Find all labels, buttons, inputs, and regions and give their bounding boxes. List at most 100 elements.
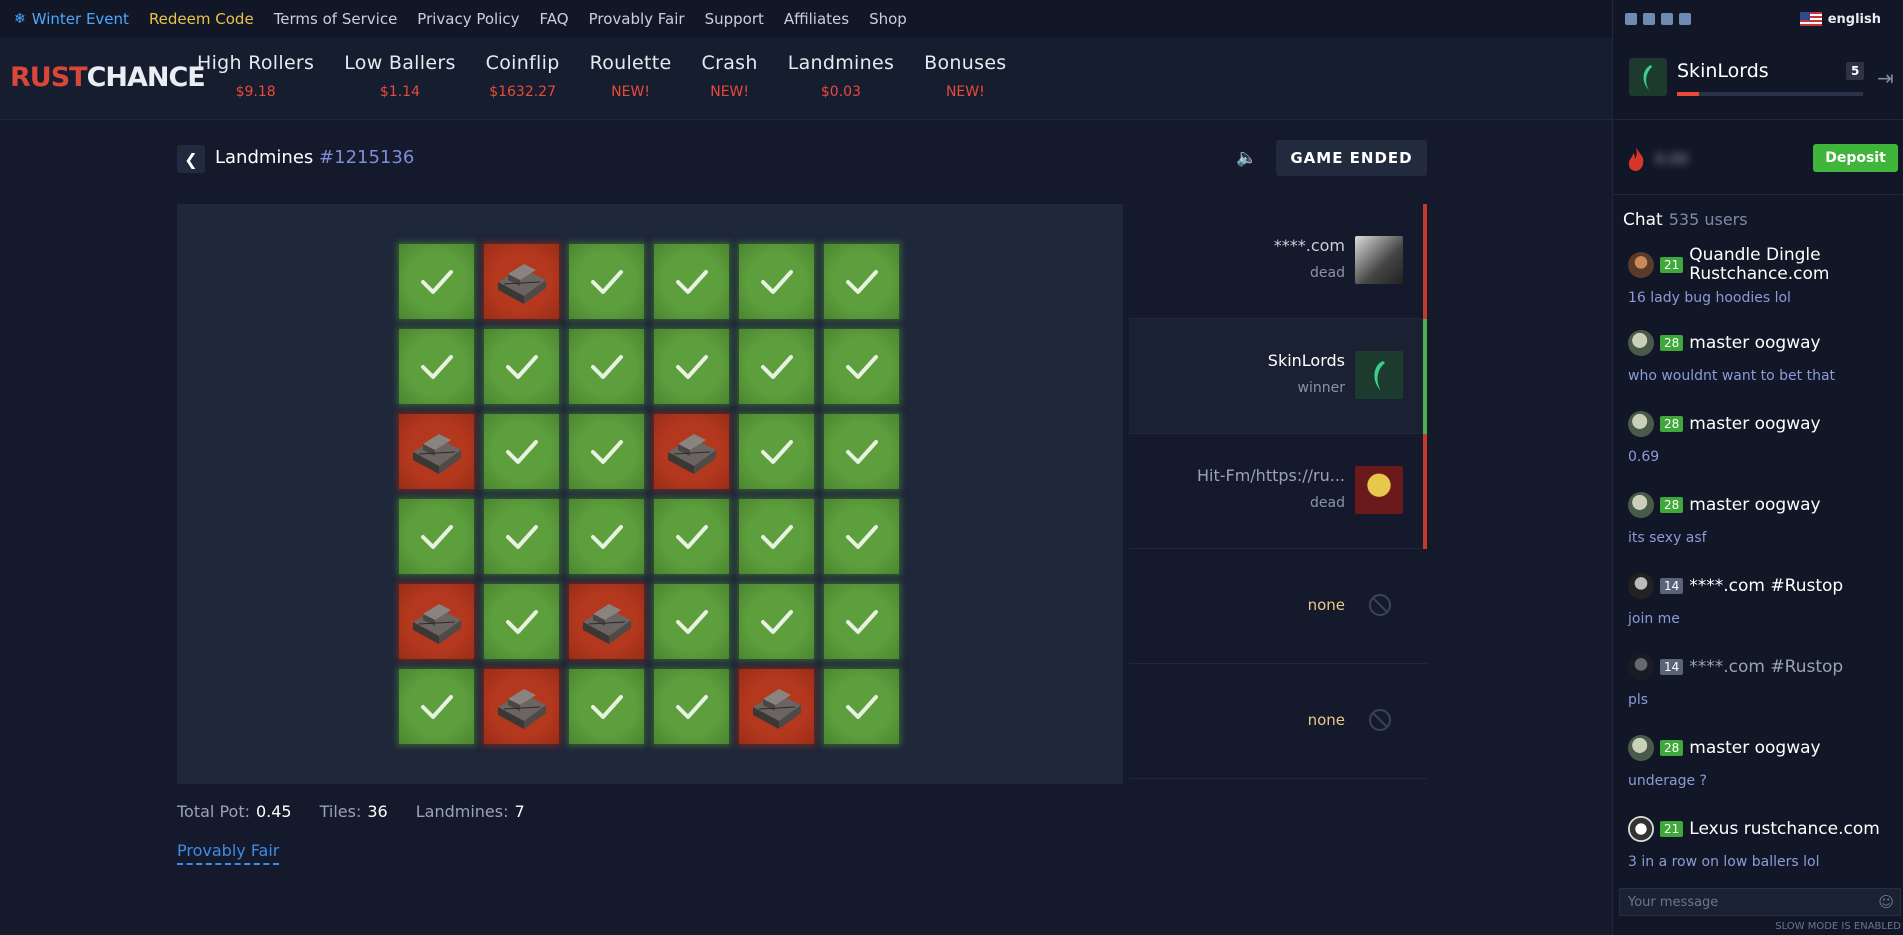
nav-bonuses[interactable]: Bonuses NEW!	[924, 52, 1006, 100]
level-badge: 28	[1660, 416, 1684, 432]
chat-text: join me	[1628, 611, 1680, 627]
game-status-button[interactable]: GAME ENDED	[1276, 140, 1427, 176]
nav-crash[interactable]: Crash NEW!	[702, 52, 758, 100]
safe-tile	[399, 244, 474, 319]
check-icon	[591, 695, 623, 719]
chevron-left-icon: ❮	[184, 149, 198, 169]
check-icon	[761, 270, 793, 294]
privacy-link[interactable]: Privacy Policy	[417, 10, 519, 28]
safe-tile	[569, 669, 644, 744]
check-icon	[846, 525, 878, 549]
player-name: Hit-Fm/https://ru...	[1196, 466, 1345, 485]
social-bar: english	[1613, 0, 1903, 38]
logout-icon[interactable]: ⇥	[1877, 66, 1899, 90]
discord-icon[interactable]	[1661, 13, 1673, 25]
shop-link[interactable]: Shop	[869, 10, 907, 28]
check-icon	[506, 440, 538, 464]
steam-icon[interactable]	[1625, 13, 1637, 25]
chat-input[interactable]: Your message ☺	[1619, 888, 1901, 916]
provably-fair-button[interactable]: Provably Fair	[177, 841, 280, 865]
chat-messages: 21 Quandle Dingle Rustchance.com 16 lady …	[1613, 240, 1903, 880]
balance-value: 0.00	[1655, 150, 1689, 168]
affiliates-link[interactable]: Affiliates	[784, 10, 849, 28]
player-status: winner	[1297, 380, 1345, 396]
players-list: ****.com dead SkinLords winner Hit-Fm/ht…	[1129, 204, 1427, 779]
safe-tile	[484, 584, 559, 659]
safe-tile	[569, 329, 644, 404]
landmine-icon	[753, 689, 801, 729]
landmines-board	[177, 204, 1123, 784]
nav-high-rollers[interactable]: High Rollers $9.18	[197, 52, 314, 100]
chat-username: ****.com #Rustop	[1689, 657, 1844, 677]
status-bar	[1423, 434, 1427, 549]
check-icon	[506, 610, 538, 634]
player-row[interactable]: SkinLords winner	[1129, 319, 1427, 434]
chat-message: 21 Quandle Dingle Rustchance.com 16 lady …	[1628, 246, 1898, 306]
empty-slot-label: none	[1307, 596, 1345, 614]
check-icon	[591, 525, 623, 549]
empty-slot: none	[1129, 664, 1427, 779]
twitter-icon[interactable]	[1643, 13, 1655, 25]
emoji-icon[interactable]: ☺	[1878, 893, 1894, 911]
status-bar	[1423, 204, 1427, 319]
chat-message: 28 master oogway underage ?	[1628, 735, 1898, 789]
right-sidebar: english SkinLords 5 ⇥ 0.00 Deposit Chat 5…	[1612, 0, 1903, 935]
deposit-button[interactable]: Deposit	[1813, 144, 1898, 172]
check-icon	[676, 270, 708, 294]
safe-tile	[484, 329, 559, 404]
mine-tile	[484, 669, 559, 744]
check-icon	[676, 610, 708, 634]
check-icon	[506, 355, 538, 379]
safe-tile	[824, 414, 899, 489]
check-icon	[421, 355, 453, 379]
terms-link[interactable]: Terms of Service	[274, 10, 398, 28]
empty-slot: none	[1129, 549, 1427, 664]
player-row[interactable]: ****.com dead	[1129, 204, 1427, 319]
status-bar	[1423, 319, 1427, 434]
avatar[interactable]	[1629, 58, 1667, 96]
back-button[interactable]: ❮	[177, 145, 205, 173]
landmine-icon	[498, 264, 546, 304]
safe-tile	[654, 329, 729, 404]
safe-tile	[484, 414, 559, 489]
winter-event-link[interactable]: ❄ Winter Event	[14, 10, 129, 28]
sound-icon[interactable]: 🔈	[1236, 148, 1260, 168]
site-logo[interactable]: RUSTCHANCE	[10, 62, 206, 94]
provably-fair-link[interactable]: Provably Fair	[589, 10, 685, 28]
landmine-icon	[668, 434, 716, 474]
nav-low-ballers[interactable]: Low Ballers $1.14	[344, 52, 455, 100]
nav-landmines[interactable]: Landmines $0.03	[788, 52, 894, 100]
language-select[interactable]: english	[1799, 12, 1881, 27]
level-badge: 14	[1660, 578, 1684, 594]
mine-tile	[399, 414, 474, 489]
safe-tile	[824, 669, 899, 744]
player-row[interactable]: Hit-Fm/https://ru... dead	[1129, 434, 1427, 549]
redeem-code-link[interactable]: Redeem Code	[149, 10, 254, 28]
level-badge: 28	[1660, 335, 1684, 351]
chat-header: Chat 535 users	[1623, 210, 1748, 230]
knife-icon	[1643, 65, 1652, 90]
mine-tile	[399, 584, 474, 659]
top-bar: ❄ Winter Event Redeem Code Terms of Serv…	[0, 0, 1612, 38]
check-icon	[676, 525, 708, 549]
avatar	[1628, 735, 1654, 761]
chat-text: pls	[1628, 692, 1649, 708]
avatar	[1628, 573, 1654, 599]
game-stats: Total Pot: 0.45 Tiles: 36 Landmines: 7	[177, 802, 525, 821]
chat-text: 0.69	[1628, 449, 1660, 465]
safe-tile	[739, 244, 814, 319]
vk-icon[interactable]	[1679, 13, 1691, 25]
avatar	[1628, 411, 1654, 437]
total-pot: Total Pot: 0.45	[177, 802, 292, 821]
nav-roulette[interactable]: Roulette NEW!	[590, 52, 672, 100]
check-icon	[761, 440, 793, 464]
chat-message: 28 master oogway its sexy asf	[1628, 492, 1898, 546]
chat-message: 21 Lexus rustchance.com 3 in a row on low…	[1628, 816, 1898, 870]
support-link[interactable]: Support	[705, 10, 764, 28]
mine-tile	[484, 244, 559, 319]
landmine-icon	[583, 604, 631, 644]
empty-slot-label: none	[1307, 711, 1345, 729]
faq-link[interactable]: FAQ	[540, 10, 569, 28]
nav-coinflip[interactable]: Coinflip $1632.27	[486, 52, 560, 100]
safe-tile	[739, 499, 814, 574]
